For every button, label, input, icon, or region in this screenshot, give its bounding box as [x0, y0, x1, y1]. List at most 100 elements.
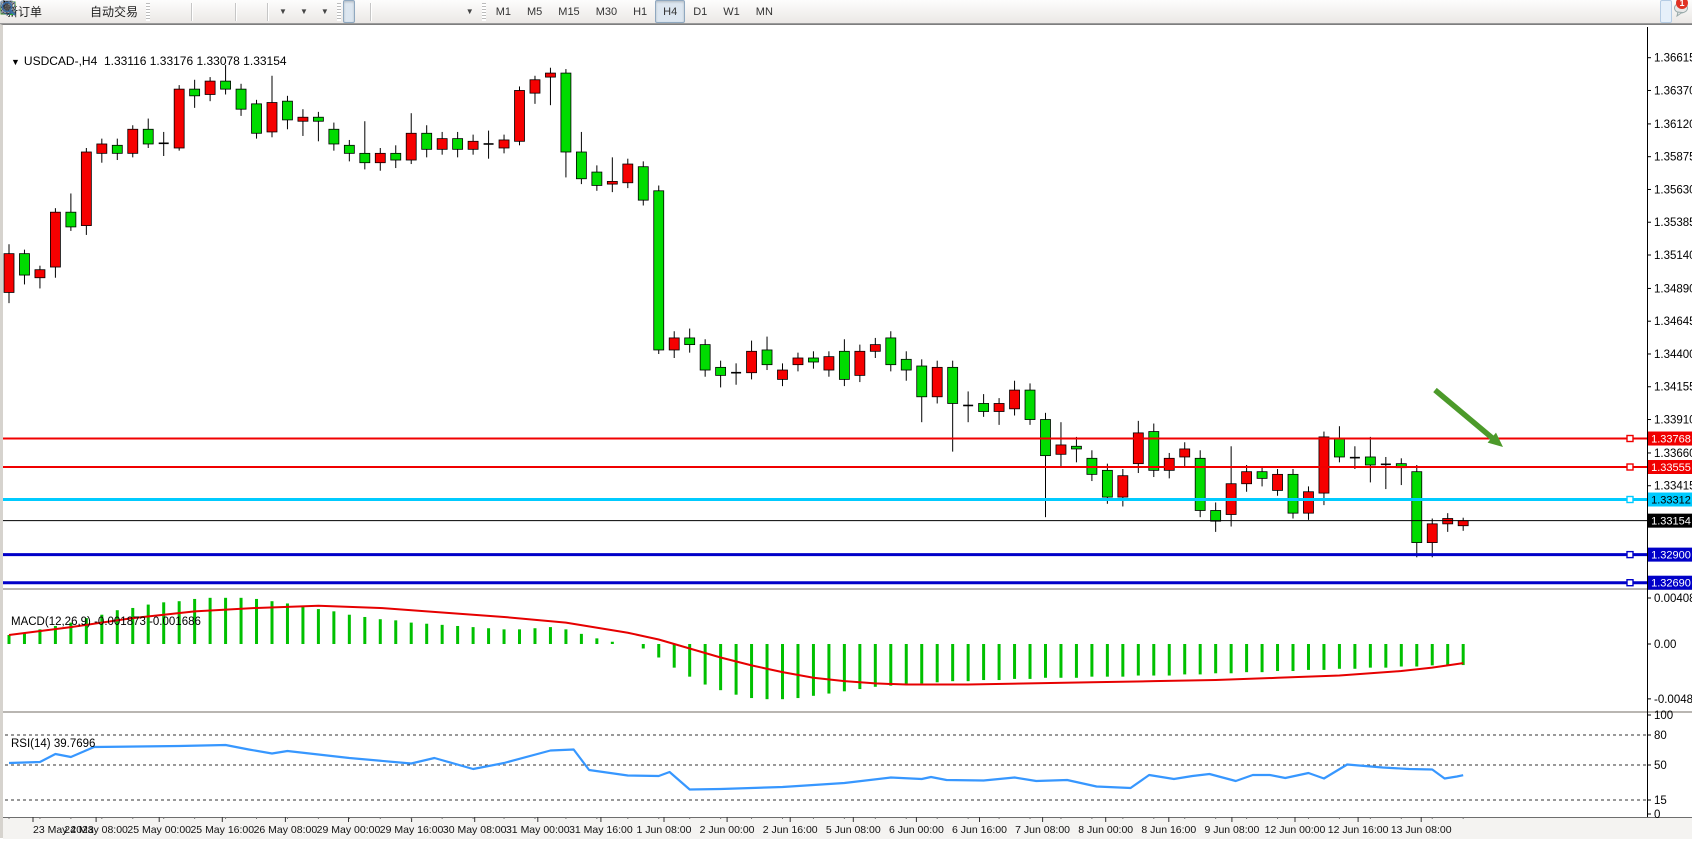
bear-candle	[901, 359, 911, 370]
timeframe-w1-button[interactable]: W1	[715, 0, 748, 23]
price-flag-label: 1.32900	[1651, 550, 1691, 562]
symbol-collapse-icon[interactable]: ▼	[11, 57, 20, 67]
time-tick-label: 7 Jun 08:00	[1015, 824, 1070, 836]
fibonacci-button[interactable]: F	[423, 0, 435, 23]
timeframe-d1-button[interactable]: D1	[685, 0, 715, 23]
time-tick-label: 2 Jun 16:00	[763, 824, 818, 836]
search-icon	[0, 0, 17, 17]
price-line-handle[interactable]	[1627, 464, 1633, 470]
time-tick-label: 6 Jun 00:00	[889, 824, 944, 836]
timeframe-h4-button[interactable]: H4	[655, 0, 685, 23]
bear-candle	[685, 338, 695, 345]
toolbar-grip	[337, 3, 341, 21]
arrows-button[interactable]: ▼	[459, 0, 480, 23]
bull-candle	[778, 370, 788, 379]
bull-candle	[468, 141, 478, 149]
price-line-handle[interactable]	[1627, 497, 1633, 503]
bull-candle	[1443, 519, 1453, 524]
bull-candle	[128, 129, 138, 153]
time-tick-label: 12 Jun 00:00	[1265, 824, 1326, 836]
styler-button[interactable]	[48, 0, 60, 23]
indicators-button[interactable]: ▼	[272, 0, 293, 23]
bear-candle	[979, 403, 989, 411]
zoom-out-button[interactable]	[208, 0, 220, 23]
timeframe-m30-button[interactable]: M30	[588, 0, 625, 23]
macd-rsi-splitter[interactable]	[3, 711, 1692, 713]
bear-candle	[252, 104, 262, 133]
price-line-handle[interactable]	[1627, 580, 1633, 586]
candlestick-chart-button[interactable]	[164, 0, 176, 23]
bull-candle	[607, 181, 617, 184]
rsi-value: 39.7696	[54, 738, 96, 750]
price-tick-label: 1.34400	[1654, 349, 1692, 361]
chart-shift-button[interactable]	[252, 0, 264, 23]
text-button[interactable]: A	[435, 0, 447, 23]
bull-candle	[1180, 449, 1190, 457]
price-tick-label: 1.35630	[1654, 184, 1692, 196]
notifications-button[interactable]: 1	[1672, 0, 1684, 23]
timeframe-m1-button[interactable]: M1	[488, 0, 519, 23]
bear-candle	[1211, 510, 1221, 521]
periods-button[interactable]: ▼	[293, 0, 314, 23]
price-line-handle[interactable]	[1627, 436, 1633, 442]
horizontal-line-button[interactable]	[387, 0, 399, 23]
crosshair-button[interactable]	[355, 0, 367, 23]
bear-candle	[422, 133, 432, 149]
bear-candle	[221, 81, 231, 89]
experts-button[interactable]	[60, 0, 72, 23]
macd-indicator-label: MACD(12,26,9) -0.001873 -0.001686	[11, 616, 201, 628]
time-tick-label: 31 May 00:00	[506, 824, 570, 836]
bear-candle	[313, 117, 323, 121]
price-tick-label: 1.35875	[1654, 152, 1692, 164]
bear-candle	[453, 139, 463, 150]
toolbar-separator	[235, 3, 237, 21]
bear-candle	[1102, 470, 1112, 497]
time-tick-label: 25 May 00:00	[127, 824, 191, 836]
macd-values: -0.001873 -0.001686	[94, 616, 201, 628]
bear-candle	[1071, 446, 1081, 449]
bear-candle	[716, 367, 726, 375]
bear-candle	[19, 254, 29, 275]
signals-button[interactable]	[72, 0, 84, 23]
text-label-button[interactable]: T	[447, 0, 459, 23]
autotrading-button[interactable]: 自动交易	[84, 0, 144, 23]
vertical-line-button[interactable]	[375, 0, 387, 23]
bar-chart-button[interactable]	[152, 0, 164, 23]
timeframe-mn-button[interactable]: MN	[748, 0, 781, 23]
equidistant-channel-button[interactable]: E	[411, 0, 423, 23]
bull-candle	[1319, 437, 1329, 493]
chart-canvas[interactable]: 1.366151.363701.361201.358751.356301.353…	[3, 25, 1692, 863]
line-chart-button[interactable]	[176, 0, 188, 23]
price-tick-label: 1.36120	[1654, 119, 1692, 131]
zoom-in-button[interactable]	[196, 0, 208, 23]
tile-windows-button[interactable]	[220, 0, 232, 23]
price-tick-label: 1.33415	[1654, 481, 1692, 493]
search-button[interactable]	[1660, 0, 1672, 23]
price-line-handle[interactable]	[1627, 552, 1633, 558]
timeframe-m5-button[interactable]: M5	[519, 0, 550, 23]
bull-candle	[50, 212, 60, 267]
bear-candle	[360, 153, 370, 162]
main-macd-splitter[interactable]	[3, 588, 1692, 590]
bear-candle	[1365, 457, 1375, 465]
bear-candle	[654, 191, 664, 350]
bear-candle	[576, 152, 586, 179]
price-tick-label: 1.35140	[1654, 250, 1692, 262]
bull-candle	[824, 357, 834, 370]
auto-scroll-button[interactable]	[240, 0, 252, 23]
bull-candle	[174, 89, 184, 148]
cursor-button[interactable]	[343, 0, 355, 23]
time-tick-label: 13 Jun 08:00	[1391, 824, 1452, 836]
chart-window: 1.366151.363701.361201.358751.356301.353…	[0, 24, 1692, 838]
time-tick-label: 30 May 08:00	[443, 824, 507, 836]
trend-line-button[interactable]	[399, 0, 411, 23]
bull-candle	[932, 367, 942, 396]
bull-candle	[1056, 445, 1066, 454]
bear-candle	[700, 345, 710, 370]
templates-button[interactable]: ▼	[314, 0, 335, 23]
rsi-tick-label: 100	[1654, 710, 1673, 722]
bull-candle	[623, 164, 633, 183]
bull-candle	[406, 133, 416, 160]
timeframe-h1-button[interactable]: H1	[625, 0, 655, 23]
timeframe-m15-button[interactable]: M15	[550, 0, 587, 23]
